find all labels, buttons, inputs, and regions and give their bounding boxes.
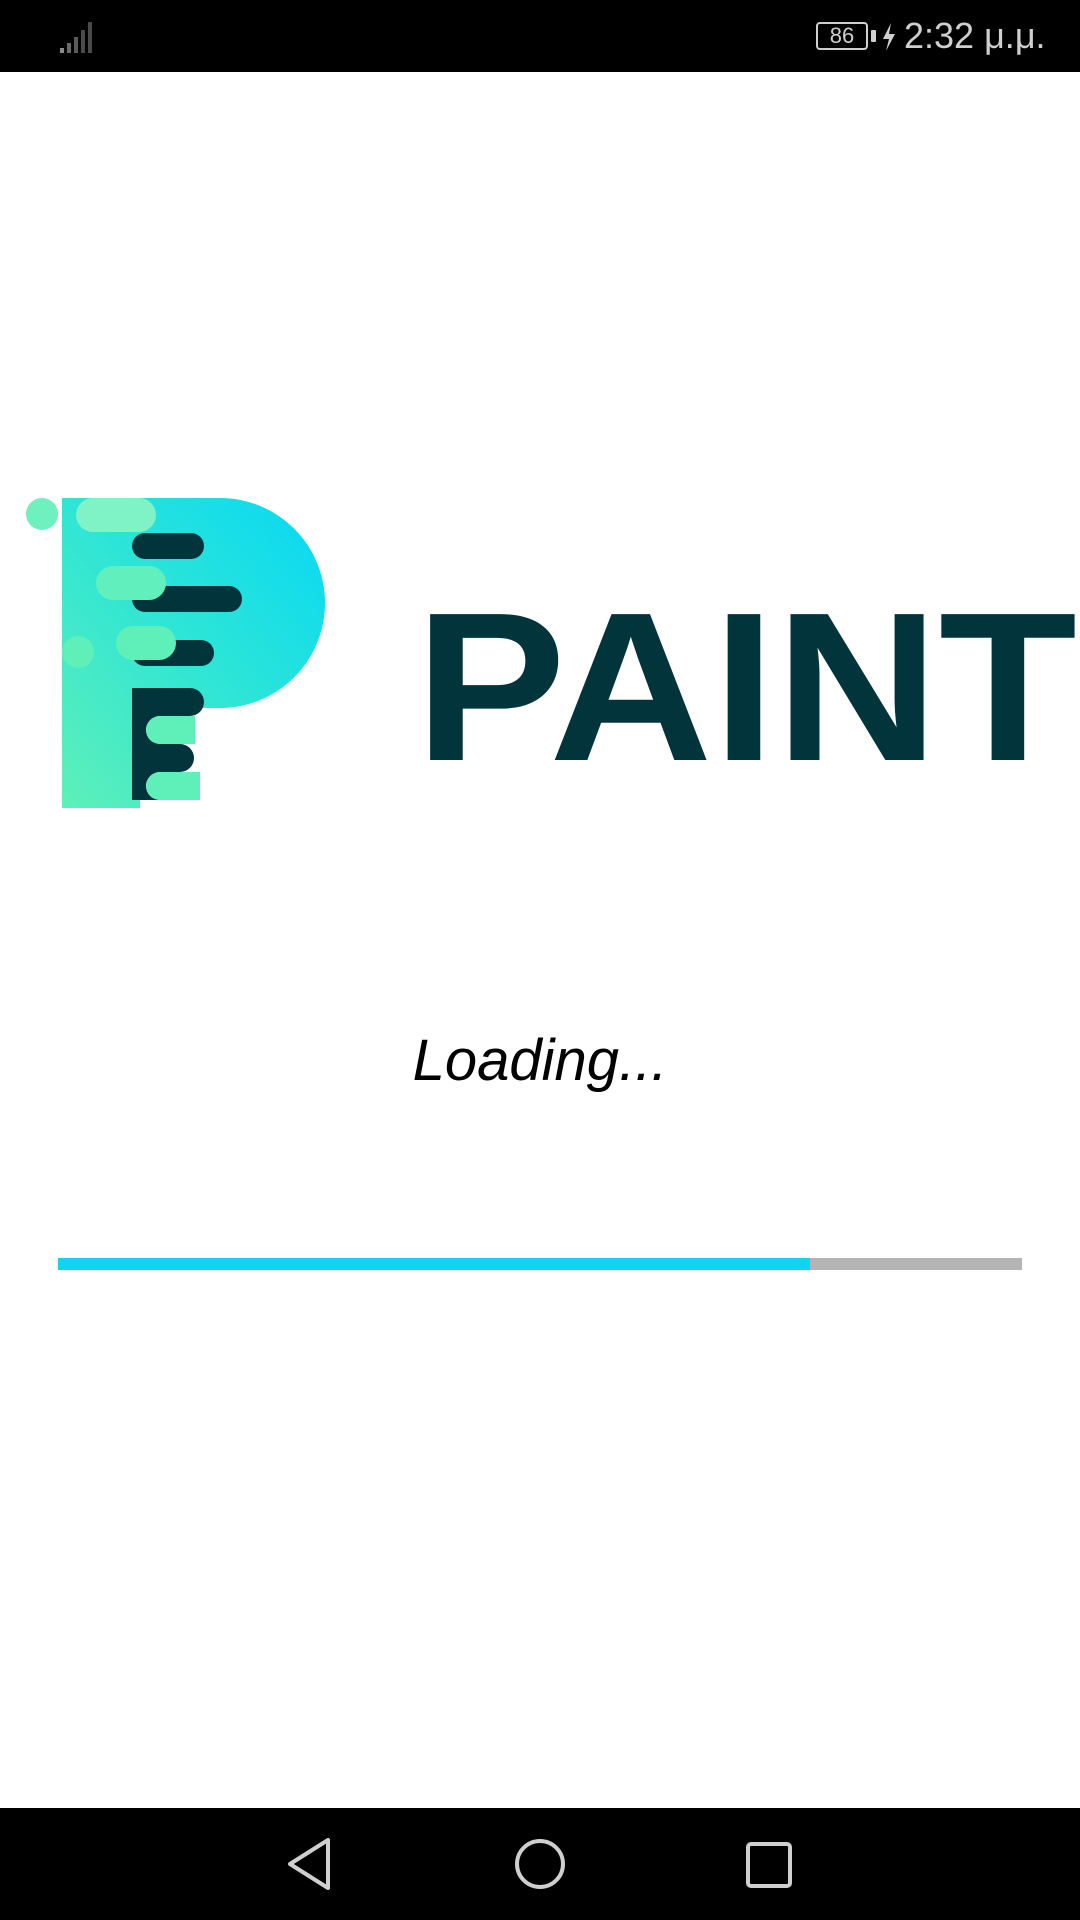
loading-progress-fill xyxy=(58,1258,810,1270)
signal-icon xyxy=(60,22,92,53)
battery-indicator: 86 xyxy=(816,22,868,50)
home-circle-icon[interactable] xyxy=(510,1834,570,1894)
logo-mark xyxy=(26,498,325,808)
back-triangle-icon[interactable] xyxy=(280,1834,340,1894)
splash-screen: 86 2:32 μ.μ. PAINT Loading... xyxy=(0,0,1080,1920)
charging-icon xyxy=(883,23,895,51)
status-bar: 86 2:32 μ.μ. xyxy=(0,0,1080,72)
loading-text: Loading... xyxy=(412,1028,668,1093)
recents-square-icon[interactable] xyxy=(738,1834,798,1894)
battery-tip xyxy=(871,30,876,42)
paint-logo: PAINT xyxy=(26,498,1077,808)
loading-progress-bar xyxy=(58,1258,1022,1270)
navigation-bar xyxy=(0,1808,1080,1920)
status-time: 2:32 μ.μ. xyxy=(904,15,1046,56)
logo-wordmark: PAINT xyxy=(415,568,1077,805)
